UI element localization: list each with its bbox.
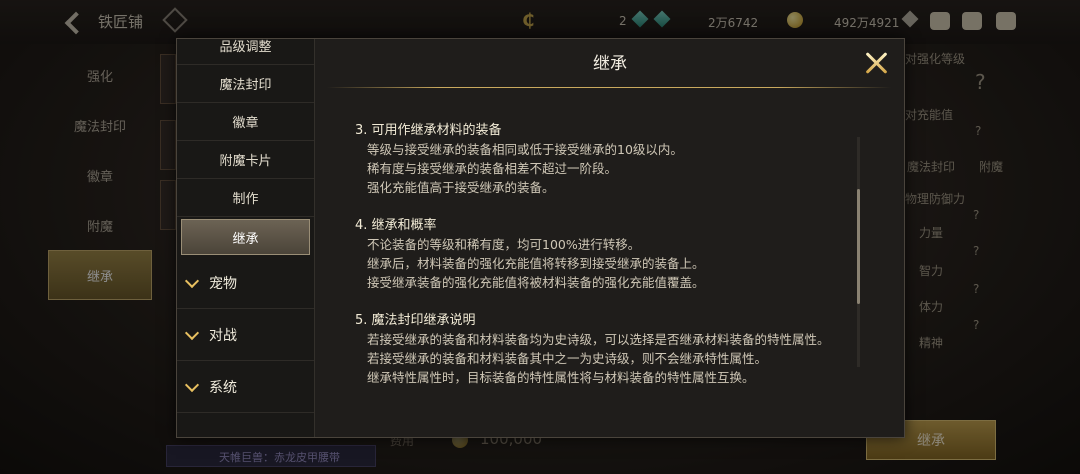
section-heading: 5. 魔法封印继承说明: [355, 313, 476, 328]
help-item-enchant-card[interactable]: 附魔卡片: [177, 141, 314, 179]
section-line: 接受继承装备的强化充能值将被材料装备的强化充能值覆盖。: [367, 275, 705, 290]
section-line: 若接受继承的装备和材料装备其中之一为史诗级，则不会继承特性属性。: [367, 351, 768, 366]
help-section: 5. 魔法封印继承说明 若接受继承的装备和材料装备均为史诗级，可以选择是否继承材…: [355, 311, 855, 387]
help-group-system[interactable]: 系统: [177, 361, 314, 413]
help-item-grade[interactable]: 品级调整: [177, 39, 314, 65]
section-line: 稀有度与接受继承的装备相差不超过一阶段。: [367, 161, 618, 176]
group-label: 宠物: [209, 275, 237, 292]
help-item-inherit[interactable]: 继承: [181, 219, 310, 255]
help-group-pet[interactable]: 宠物: [177, 257, 314, 309]
group-label: 对战: [209, 327, 237, 344]
chevron-down-icon: [184, 273, 200, 288]
section-line: 不论装备的等级和稀有度，均可100%进行转移。: [367, 237, 641, 252]
section-heading: 4. 继承和概率: [355, 218, 437, 233]
help-text: 3. 可用作继承材料的装备 等级与接受继承的装备相同或低于接受继承的10级以内。…: [355, 121, 855, 406]
dialog-title: 继承: [593, 54, 627, 74]
chevron-down-icon: [184, 325, 200, 340]
group-label: 系统: [209, 379, 237, 396]
title-divider: [327, 87, 891, 88]
help-section: 3. 可用作继承材料的装备 等级与接受继承的装备相同或低于接受继承的10级以内。…: [355, 121, 855, 197]
scrollbar[interactable]: [857, 137, 860, 367]
section-line: 等级与接受继承的装备相同或低于接受继承的10级以内。: [367, 142, 683, 157]
help-sidebar: 品级调整 魔法封印 徽章 附魔卡片 制作 继承 宠物 对战 系统: [177, 39, 315, 437]
close-icon[interactable]: [863, 49, 891, 77]
section-line: 继承特性属性时，目标装备的特性属性将与材料装备的特性属性互换。: [367, 370, 755, 385]
scrollbar-thumb[interactable]: [857, 189, 860, 304]
section-heading: 3. 可用作继承材料的装备: [355, 123, 502, 138]
help-item-seal[interactable]: 魔法封印: [177, 65, 314, 103]
section-line: 强化充能值高于接受继承的装备。: [367, 180, 555, 195]
help-content: 继承 3. 可用作继承材料的装备 等级与接受继承的装备相同或低于接受继承的10级…: [315, 39, 905, 437]
section-line: 若接受继承的装备和材料装备均为史诗级，可以选择是否继承材料装备的特性属性。: [367, 332, 830, 347]
help-section: 4. 继承和概率 不论装备的等级和稀有度，均可100%进行转移。 继承后，材料装…: [355, 216, 855, 292]
section-line: 继承后，材料装备的强化充能值将转移到接受继承的装备上。: [367, 256, 705, 271]
help-item-badge[interactable]: 徽章: [177, 103, 314, 141]
chevron-down-icon: [184, 377, 200, 392]
help-item-craft[interactable]: 制作: [177, 179, 314, 217]
help-dialog: 品级调整 魔法封印 徽章 附魔卡片 制作 继承 宠物 对战 系统 继承 3. 可…: [176, 38, 905, 438]
help-group-battle[interactable]: 对战: [177, 309, 314, 361]
